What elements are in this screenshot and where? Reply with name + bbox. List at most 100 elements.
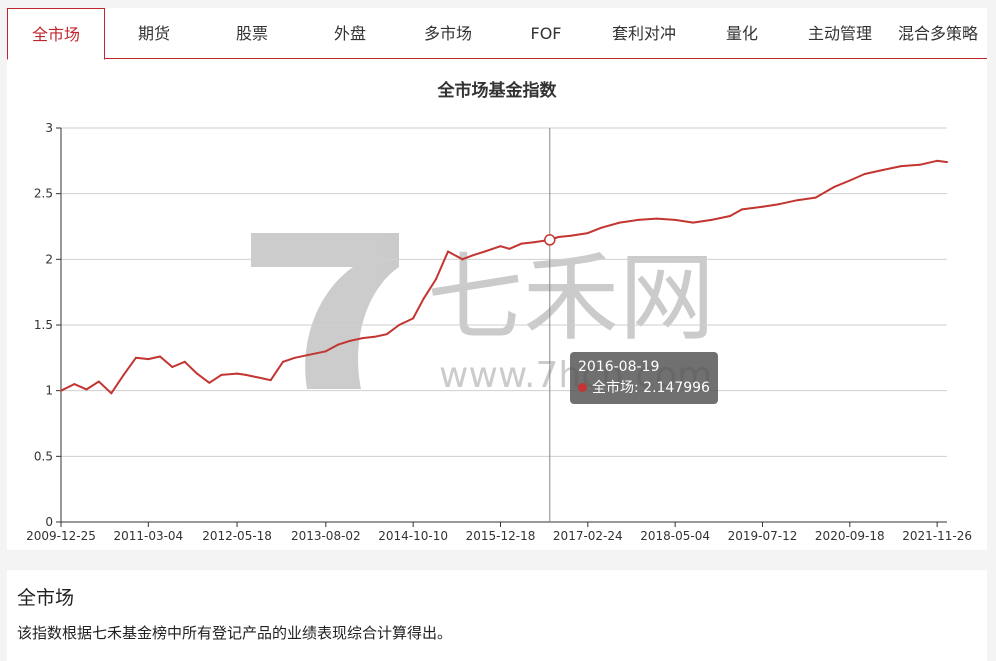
data-point: [520, 242, 523, 245]
y-tick-label: 1: [45, 384, 53, 398]
y-tick-label: 1.5: [34, 318, 53, 332]
description-text: 该指数根据七禾基金榜中所有登记产品的业绩表现综合计算得出。: [17, 624, 453, 642]
data-point: [461, 258, 464, 261]
tab-9[interactable]: 混合多策略: [889, 8, 987, 59]
data-point: [600, 226, 603, 229]
data-point: [336, 343, 339, 346]
y-tick-label: 2.5: [34, 187, 53, 201]
series-dot-icon: [578, 383, 587, 392]
data-point: [60, 389, 62, 392]
y-tick-label: 3: [45, 121, 53, 135]
x-tick-label: 2020-09-18: [815, 529, 885, 543]
data-point: [361, 337, 364, 340]
data-point: [586, 232, 589, 235]
tooltip-date: 2016-08-19: [578, 359, 660, 375]
data-point: [532, 241, 535, 244]
data-point: [729, 214, 732, 217]
data-point: [373, 335, 376, 338]
data-point: [196, 372, 199, 375]
data-point: [710, 218, 713, 221]
data-point: [97, 380, 100, 383]
data-point: [435, 278, 438, 281]
data-point: [269, 379, 272, 382]
data-point: [832, 186, 835, 189]
tab-4[interactable]: 多市场: [399, 8, 497, 59]
data-point: [183, 360, 186, 363]
tab-5[interactable]: FOF: [497, 8, 595, 59]
data-point: [134, 356, 137, 359]
data-point: [471, 254, 474, 257]
data-point: [73, 383, 76, 386]
data-point: [508, 247, 511, 250]
data-point: [398, 324, 401, 326]
data-point: [147, 358, 150, 361]
index-description: 全市场 该指数根据七禾基金榜中所有登记产品的业绩表现综合计算得出。: [7, 570, 987, 661]
index-panel: 全市场 期货 股票 外盘 多市场 FOF 套利对冲 量化 主动管理 混合多策略 全市场基金指数 七…: [7, 8, 987, 550]
tab-8[interactable]: 主动管理: [791, 8, 889, 59]
data-point: [569, 234, 572, 237]
data-point: [236, 372, 239, 375]
watermark-brand: 七禾网: [427, 242, 715, 354]
x-tick-label: 2015-12-18: [466, 529, 536, 543]
line-chart[interactable]: 七禾网www.7hcn.com00.511.522.532009-12-2520…: [7, 59, 987, 550]
y-tick-label: 0.5: [34, 449, 53, 463]
data-point: [900, 165, 903, 168]
x-tick-label: 2019-07-12: [728, 529, 798, 543]
data-point: [814, 196, 817, 199]
chart-area: 全市场基金指数 七禾网www.7hcn.com00.511.522.532009…: [7, 59, 987, 550]
data-point: [244, 373, 247, 376]
data-point: [557, 236, 560, 239]
data-point: [281, 360, 284, 363]
data-point: [412, 317, 415, 320]
data-point: [918, 163, 921, 166]
data-point: [777, 203, 780, 206]
data-point: [293, 356, 296, 359]
x-tick-label: 2017-02-24: [553, 529, 623, 543]
data-point: [881, 169, 884, 172]
chart-tooltip: 2016-08-19 全市场: 2.147996: [570, 352, 718, 404]
tab-3[interactable]: 外盘: [301, 8, 399, 59]
tooltip-value-row: 全市场: 2.147996: [578, 378, 710, 399]
tab-2[interactable]: 股票: [203, 8, 301, 59]
data-point: [171, 366, 174, 369]
x-tick-label: 2011-03-04: [113, 529, 183, 543]
data-point: [85, 388, 88, 391]
data-point: [796, 199, 799, 202]
data-point: [257, 376, 260, 379]
x-tick-label: 2021-11-26: [902, 529, 972, 543]
data-point: [208, 381, 211, 384]
data-point: [499, 245, 502, 248]
x-tick-label: 2012-05-18: [202, 529, 272, 543]
data-point: [446, 250, 449, 253]
x-tick-label: 2014-10-10: [378, 529, 448, 543]
x-tick-label: 2009-12-25: [26, 529, 96, 543]
data-point: [483, 250, 486, 253]
data-point: [324, 350, 327, 353]
data-point: [110, 392, 113, 395]
index-tabs: 全市场 期货 股票 外盘 多市场 FOF 套利对冲 量化 主动管理 混合多策略: [7, 8, 987, 60]
data-point: [946, 161, 948, 164]
data-point: [385, 333, 388, 336]
x-tick-label: 2018-05-04: [640, 529, 710, 543]
tooltip-value: 全市场: 2.147996: [592, 380, 710, 396]
description-title: 全市场: [17, 587, 75, 609]
tab-7[interactable]: 量化: [693, 8, 791, 59]
highlight-point: [544, 234, 556, 246]
y-tick-label: 0: [45, 515, 53, 529]
data-point: [159, 355, 162, 358]
tab-0[interactable]: 全市场: [7, 8, 105, 60]
data-point: [692, 221, 695, 224]
data-point: [349, 339, 352, 342]
data-point: [863, 172, 866, 175]
data-point: [848, 179, 851, 182]
data-point: [674, 218, 677, 221]
tab-6[interactable]: 套利对冲: [595, 8, 693, 59]
data-point: [936, 159, 939, 162]
data-point: [422, 297, 425, 300]
data-point: [306, 354, 309, 357]
data-point: [122, 373, 125, 376]
data-point: [761, 205, 764, 208]
data-point: [637, 218, 640, 221]
tab-1[interactable]: 期货: [105, 8, 203, 59]
data-point: [618, 221, 621, 224]
